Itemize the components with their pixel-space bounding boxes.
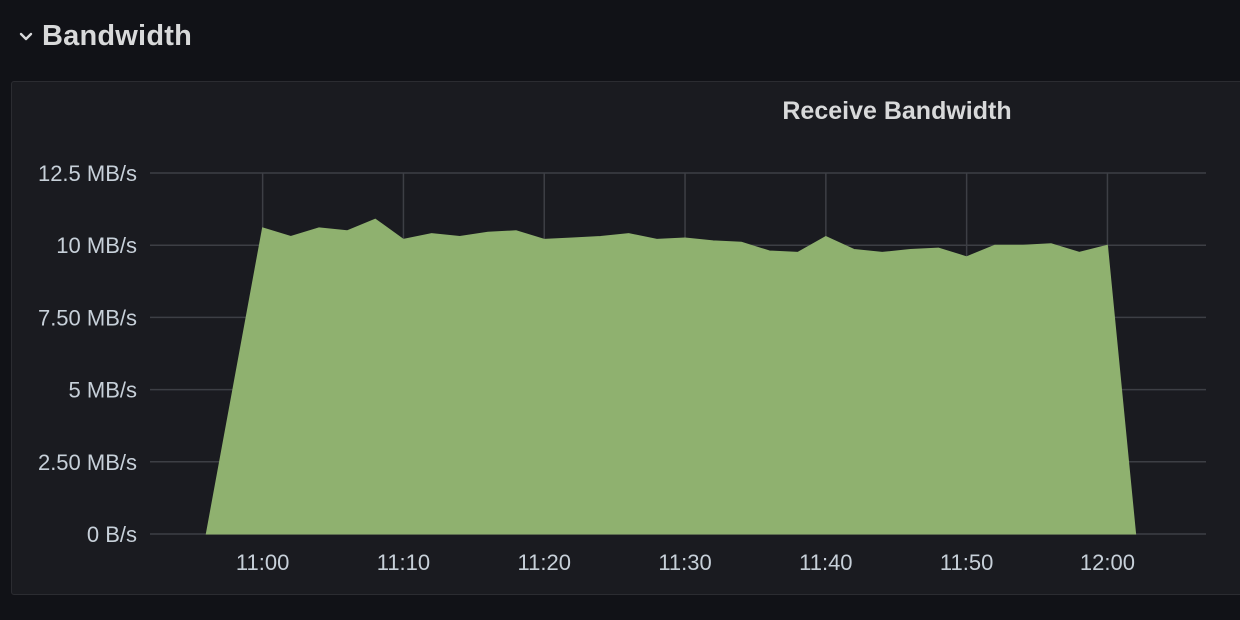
row-title[interactable]: Bandwidth: [42, 20, 192, 53]
chart-series-layer: [205, 218, 1137, 535]
receive-bandwidth-chart[interactable]: 0 B/s 2.50 MB/s 5 MB/s 7.50 MB/s 10 MB/s 12.5…: [12, 82, 1240, 596]
y-tick-label: 10 MB/s: [56, 233, 137, 258]
x-tick-label: 12:00: [1080, 550, 1135, 575]
series-area[interactable]: [205, 218, 1137, 535]
x-tick-label: 11:00: [236, 550, 289, 575]
x-tick-label: 11:30: [658, 550, 711, 575]
receive-bandwidth-panel[interactable]: Receive Bandwidth 0 B/s 2.50 MB/s 5 MB/s 7.…: [11, 81, 1240, 595]
x-tick-label: 11:10: [377, 550, 430, 575]
y-tick-label: 7.50 MB/s: [38, 305, 137, 330]
y-tick-label: 5 MB/s: [69, 378, 137, 403]
x-tick-label: 11:50: [940, 550, 993, 575]
y-tick-label: 2.50 MB/s: [38, 450, 137, 475]
x-tick-label: 11:40: [799, 550, 852, 575]
y-tick-label: 0 B/s: [87, 522, 137, 547]
row-collapse-toggle[interactable]: Bandwidth: [14, 14, 192, 58]
row-header: Bandwidth: [0, 0, 1240, 72]
x-tick-label: 11:20: [518, 550, 571, 575]
y-tick-label: 12.5 MB/s: [38, 161, 137, 186]
chevron-down-icon[interactable]: [14, 24, 38, 48]
